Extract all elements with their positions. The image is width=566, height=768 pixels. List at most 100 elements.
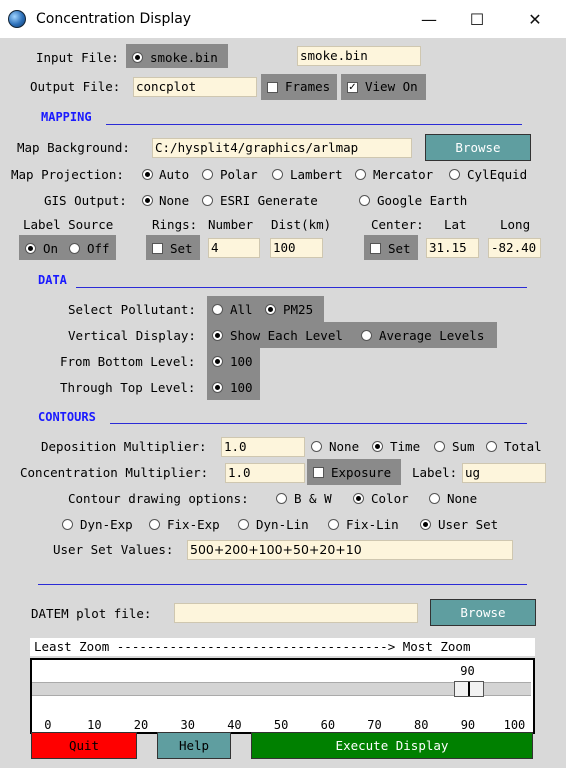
vertical-display-label: Vertical Display:	[68, 328, 196, 343]
zoom-value-label: 90	[460, 664, 475, 678]
deposition-total-radio[interactable]	[486, 441, 497, 452]
data-header: DATA	[38, 273, 67, 287]
zoom-tick-label: 100	[503, 718, 526, 732]
vertical-each-level-radio[interactable]	[212, 330, 223, 341]
deposition-multiplier-field[interactable]: 1.0	[221, 437, 305, 457]
scale-dyn-lin-radio[interactable]	[238, 519, 249, 530]
map-background-field[interactable]: C:/hysplit4/graphics/arlmap	[152, 138, 412, 158]
scale-fix-exp-label: Fix-Exp	[167, 517, 220, 532]
pollutant-all-label: All	[230, 302, 253, 317]
view-on-checkbox[interactable]: ✓	[347, 82, 358, 93]
projection-mercator-label: Mercator	[373, 167, 434, 182]
vertical-average-label: Average Levels	[379, 328, 485, 343]
vertical-average-radio[interactable]	[361, 330, 372, 341]
scale-fix-lin-radio[interactable]	[328, 519, 339, 530]
center-long-field[interactable]: -82.40	[488, 238, 541, 258]
contour-drawing-label: Contour drawing options:	[68, 491, 249, 506]
frames-checkbox[interactable]	[267, 82, 278, 93]
rings-set-checkbox[interactable]	[152, 243, 163, 254]
contours-divider	[110, 423, 527, 424]
exposure-checkbox[interactable]	[313, 467, 324, 478]
projection-polar-radio[interactable]	[202, 169, 213, 180]
rings-dist-label: Dist(km)	[271, 217, 332, 232]
data-divider	[76, 287, 527, 288]
projection-auto-radio[interactable]	[142, 169, 153, 180]
projection-mercator-radio[interactable]	[355, 169, 366, 180]
gis-none-label: None	[159, 193, 190, 208]
center-lat-label: Lat	[444, 217, 467, 232]
label-source-off-radio[interactable]	[69, 243, 80, 254]
bottom-level-radio[interactable]	[212, 356, 223, 367]
zoom-scale-frame: 90 0 10 20 30 40 50 60 70 80 90 100	[30, 658, 535, 734]
execute-display-button[interactable]: Execute Display	[251, 732, 533, 759]
rings-dist-field[interactable]: 100	[270, 238, 323, 258]
zoom-caption: Least Zoom -----------------------------…	[30, 638, 535, 656]
drawing-none-label: None	[447, 491, 478, 506]
scale-dyn-exp-radio[interactable]	[62, 519, 73, 530]
zoom-tick-label: 70	[367, 718, 382, 732]
deposition-sum-radio[interactable]	[434, 441, 445, 452]
drawing-bw-label: B & W	[294, 491, 332, 506]
deposition-time-radio[interactable]	[372, 441, 383, 452]
drawing-color-radio[interactable]	[353, 493, 364, 504]
datem-label: DATEM plot file:	[31, 606, 152, 621]
user-set-values-field[interactable]: 500+200+100+50+20+10	[187, 540, 513, 560]
deposition-sum-label: Sum	[452, 439, 475, 454]
zoom-handle-grip	[468, 682, 471, 696]
scale-fix-lin-label: Fix-Lin	[346, 517, 399, 532]
output-file-label: Output File:	[30, 79, 121, 94]
title-bar: Concentration Display — ☐ ✕	[0, 0, 566, 38]
quit-button[interactable]: Quit	[31, 732, 137, 759]
view-on-label: View On	[365, 79, 418, 94]
map-browse-button[interactable]: Browse	[425, 134, 531, 161]
deposition-none-radio[interactable]	[311, 441, 322, 452]
zoom-tick-label: 40	[227, 718, 242, 732]
minimize-button[interactable]: —	[418, 8, 440, 30]
pollutant-pm25-radio[interactable]	[265, 304, 276, 315]
datem-file-field[interactable]	[174, 603, 418, 623]
rings-number-label: Number	[208, 217, 254, 232]
drawing-bw-radio[interactable]	[276, 493, 287, 504]
contour-label-field[interactable]: ug	[462, 463, 546, 483]
maximize-button[interactable]: ☐	[466, 8, 488, 30]
pollutant-all-radio[interactable]	[212, 304, 223, 315]
scale-user-set-radio[interactable]	[420, 519, 431, 530]
gis-esri-label: ESRI Generate	[220, 193, 318, 208]
datem-browse-button[interactable]: Browse	[430, 599, 536, 626]
label-source-on-label: On	[43, 241, 59, 256]
scale-dyn-lin-label: Dyn-Lin	[256, 517, 309, 532]
through-top-level-label: Through Top Level:	[60, 380, 196, 395]
zoom-tick-label: 0	[44, 718, 52, 732]
projection-cylequid-radio[interactable]	[449, 169, 460, 180]
scale-fix-exp-radio[interactable]	[149, 519, 160, 530]
help-button[interactable]: Help	[157, 732, 231, 759]
dialog-body: Input File: smoke.bin smoke.bin Output F…	[0, 38, 566, 768]
gis-none-radio[interactable]	[142, 195, 153, 206]
projection-cylequid-label: CylEquid	[467, 167, 528, 182]
gis-google-earth-radio[interactable]	[359, 195, 370, 206]
output-file-field[interactable]: concplot	[133, 77, 257, 97]
concentration-multiplier-field[interactable]: 1.0	[225, 463, 305, 483]
rings-number-field[interactable]: 4	[208, 238, 260, 258]
zoom-tick-label: 30	[180, 718, 195, 732]
center-set-checkbox[interactable]	[370, 243, 381, 254]
label-source-on-radio[interactable]	[25, 243, 36, 254]
close-button[interactable]: ✕	[524, 8, 546, 30]
drawing-none-radio[interactable]	[429, 493, 440, 504]
input-file-radio[interactable]	[132, 52, 143, 63]
select-pollutant-label: Select Pollutant:	[68, 302, 196, 317]
center-lat-field[interactable]: 31.15	[426, 238, 479, 258]
top-level-radio[interactable]	[212, 382, 223, 393]
input-file-field[interactable]: smoke.bin	[297, 46, 421, 66]
user-set-values-label: User Set Values:	[53, 542, 174, 557]
deposition-total-label: Total	[504, 439, 542, 454]
projection-lambert-label: Lambert	[290, 167, 343, 182]
scale-user-set-label: User Set	[438, 517, 499, 532]
zoom-tick-label: 10	[87, 718, 102, 732]
rings-title: Rings:	[152, 217, 198, 232]
gis-esri-radio[interactable]	[202, 195, 213, 206]
input-file-label: Input File:	[36, 50, 119, 65]
frames-label: Frames	[285, 79, 331, 94]
zoom-slider-handle[interactable]	[454, 681, 485, 697]
projection-lambert-radio[interactable]	[272, 169, 283, 180]
